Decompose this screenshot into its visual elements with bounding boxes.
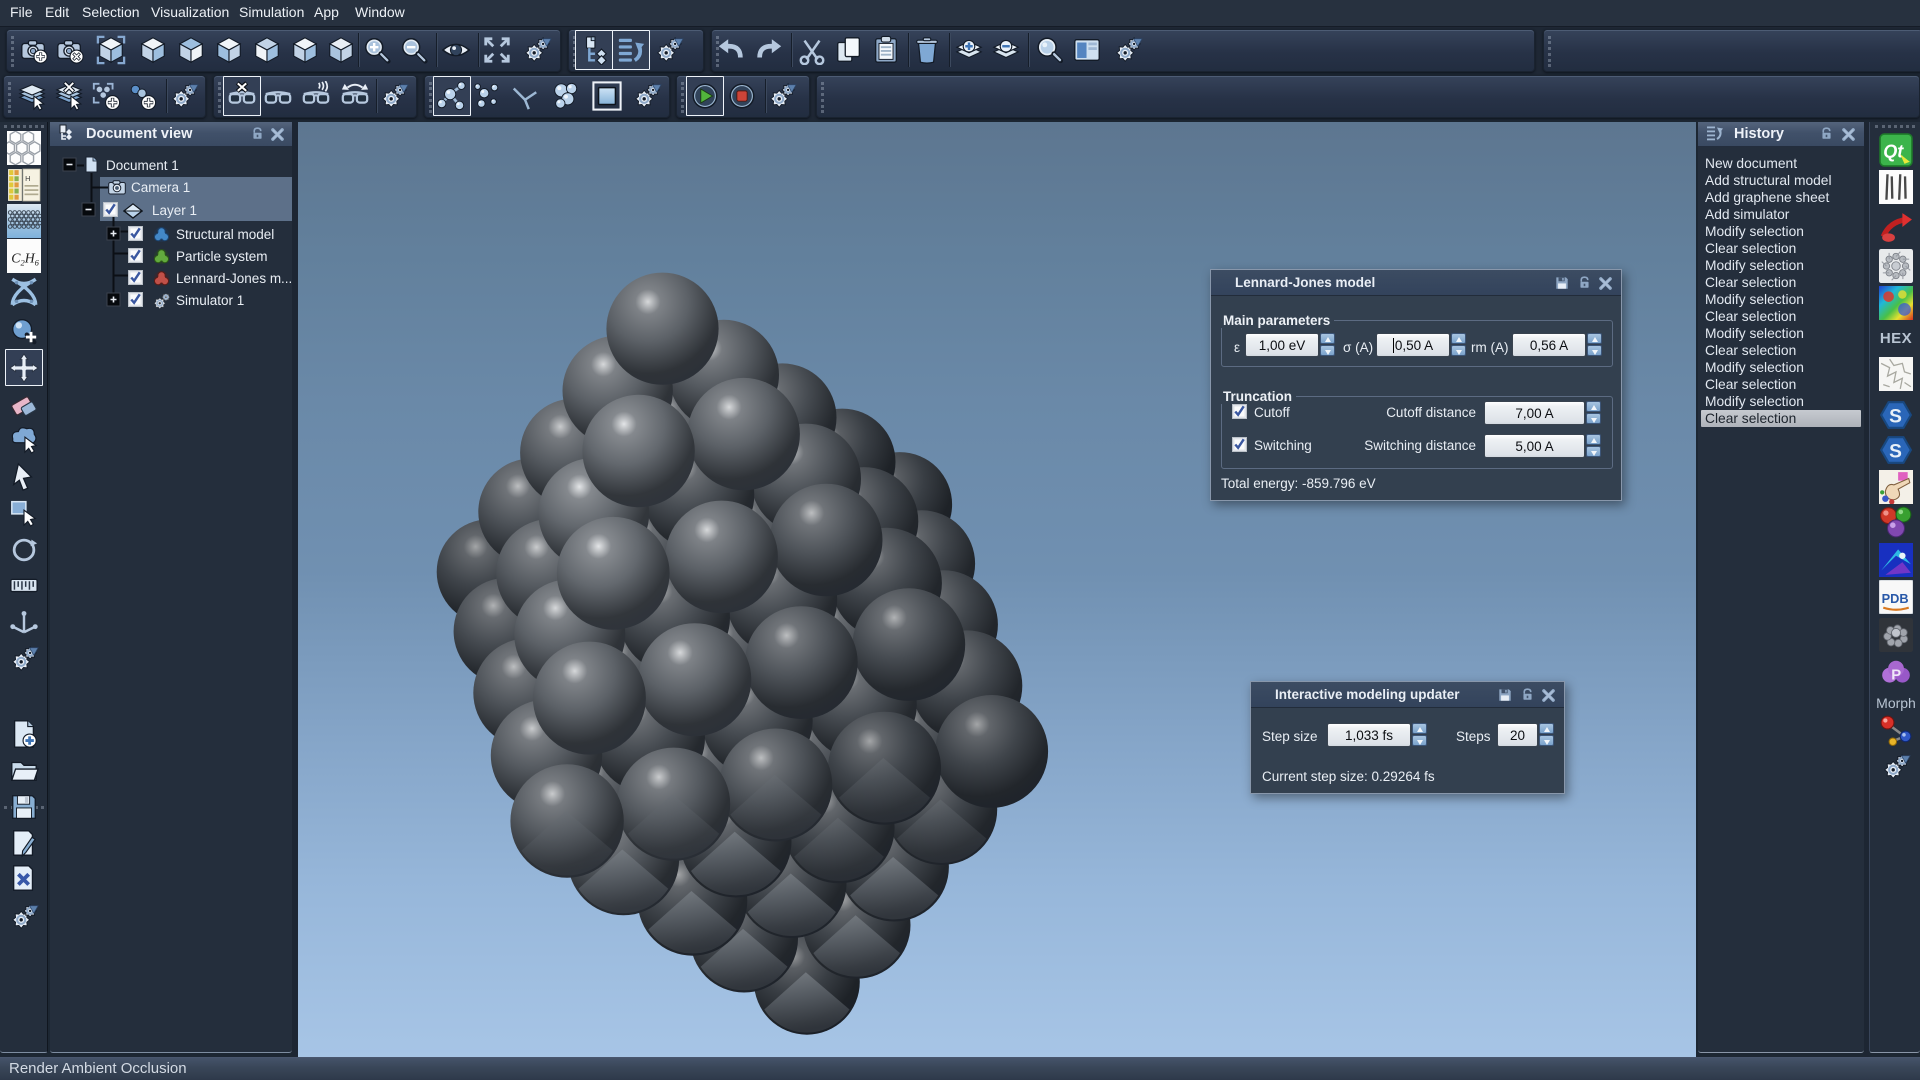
svg-text:S: S: [1889, 406, 1902, 427]
svg-text:S: S: [1889, 441, 1902, 462]
svg-text:H: H: [25, 173, 30, 182]
svg-text:PDB: PDB: [1882, 590, 1909, 605]
svg-text:P: P: [1891, 667, 1901, 683]
svg-text:Qt: Qt: [1883, 141, 1904, 161]
